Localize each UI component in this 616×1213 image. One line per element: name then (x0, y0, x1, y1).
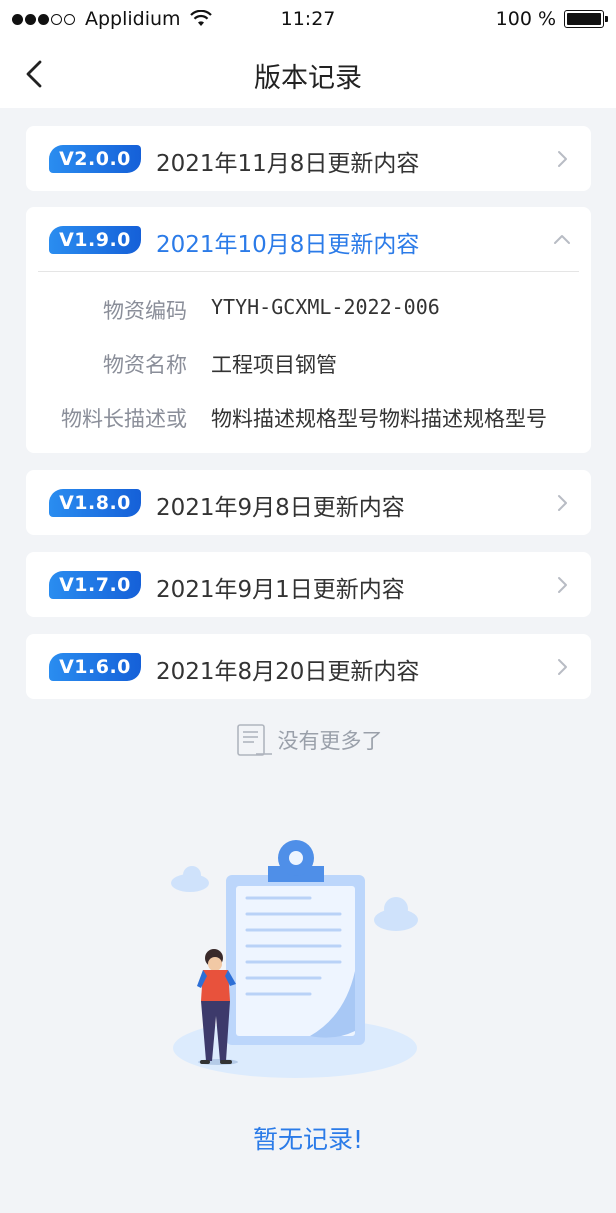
version-badge: V1.7.0 (49, 571, 141, 599)
detail-row-description: 物料长描述或 物料描述规格型号物料描述规格型号 (26, 403, 591, 443)
chevron-right-icon[interactable] (551, 574, 573, 596)
chevron-right-icon[interactable] (551, 492, 573, 514)
chevron-right-icon[interactable] (551, 148, 573, 170)
version-badge: V2.0.0 (49, 145, 141, 173)
nav-bar: 版本记录 (0, 40, 616, 108)
detail-value: 工程项目钢管 (211, 353, 337, 377)
page-title: 版本记录 (254, 63, 362, 94)
detail-row-name: 物资名称 工程项目钢管 (26, 349, 591, 389)
version-card-v1-7-0[interactable]: V1.7.0 2021年9月1日更新内容 (26, 552, 591, 617)
list-end-text: 没有更多了 (277, 729, 383, 753)
version-badge: V1.9.0 (49, 226, 141, 254)
list-end-indicator: 没有更多了 (0, 722, 616, 762)
detail-label: 物资编码 (103, 299, 187, 323)
chevron-up-icon[interactable] (551, 229, 573, 251)
version-card-header[interactable]: V1.7.0 2021年9月1日更新内容 (26, 552, 591, 618)
chevron-right-icon[interactable] (551, 656, 573, 678)
clipboard-illustration (171, 840, 418, 1078)
status-right: 100 % (495, 8, 608, 30)
version-card-v1-6-0[interactable]: V1.6.0 2021年8月20日更新内容 (26, 634, 591, 699)
detail-row-code: 物资编码 YTYH-GCXML-2022-006 (26, 295, 591, 335)
battery-percent: 100 % (495, 8, 556, 30)
card-divider (38, 271, 579, 272)
version-badge: V1.8.0 (49, 489, 141, 517)
detail-label: 物料长描述或 (61, 407, 187, 431)
version-card-header[interactable]: V1.6.0 2021年8月20日更新内容 (26, 634, 591, 700)
version-title: 2021年9月8日更新内容 (156, 495, 405, 521)
version-card-v2-0-0[interactable]: V2.0.0 2021年11月8日更新内容 (26, 126, 591, 191)
version-title: 2021年9月1日更新内容 (156, 577, 405, 603)
detail-value: 物料描述规格型号物料描述规格型号 (211, 407, 547, 431)
detail-label: 物资名称 (103, 353, 187, 377)
version-card-header[interactable]: V2.0.0 2021年11月8日更新内容 (26, 126, 591, 192)
empty-state-text: 暂无记录! (252, 1125, 364, 1154)
status-bar: Applidium 11:27 100 % (0, 0, 616, 40)
list-end-icon (236, 724, 272, 756)
version-title: 2021年11月8日更新内容 (156, 151, 420, 177)
battery-icon (564, 10, 608, 28)
version-title: 2021年10月8日更新内容 (156, 232, 420, 258)
version-card-v1-8-0[interactable]: V1.8.0 2021年9月8日更新内容 (26, 470, 591, 535)
version-card-header[interactable]: V1.8.0 2021年9月8日更新内容 (26, 470, 591, 536)
version-card-v1-9-0[interactable]: V1.9.0 2021年10月8日更新内容 物资编码 YTYH-GCXML-20… (26, 207, 591, 453)
version-title: 2021年8月20日更新内容 (156, 659, 420, 685)
version-card-header[interactable]: V1.9.0 2021年10月8日更新内容 (26, 207, 591, 273)
version-badge: V1.6.0 (49, 653, 141, 681)
detail-value: YTYH-GCXML-2022-006 (211, 295, 440, 319)
